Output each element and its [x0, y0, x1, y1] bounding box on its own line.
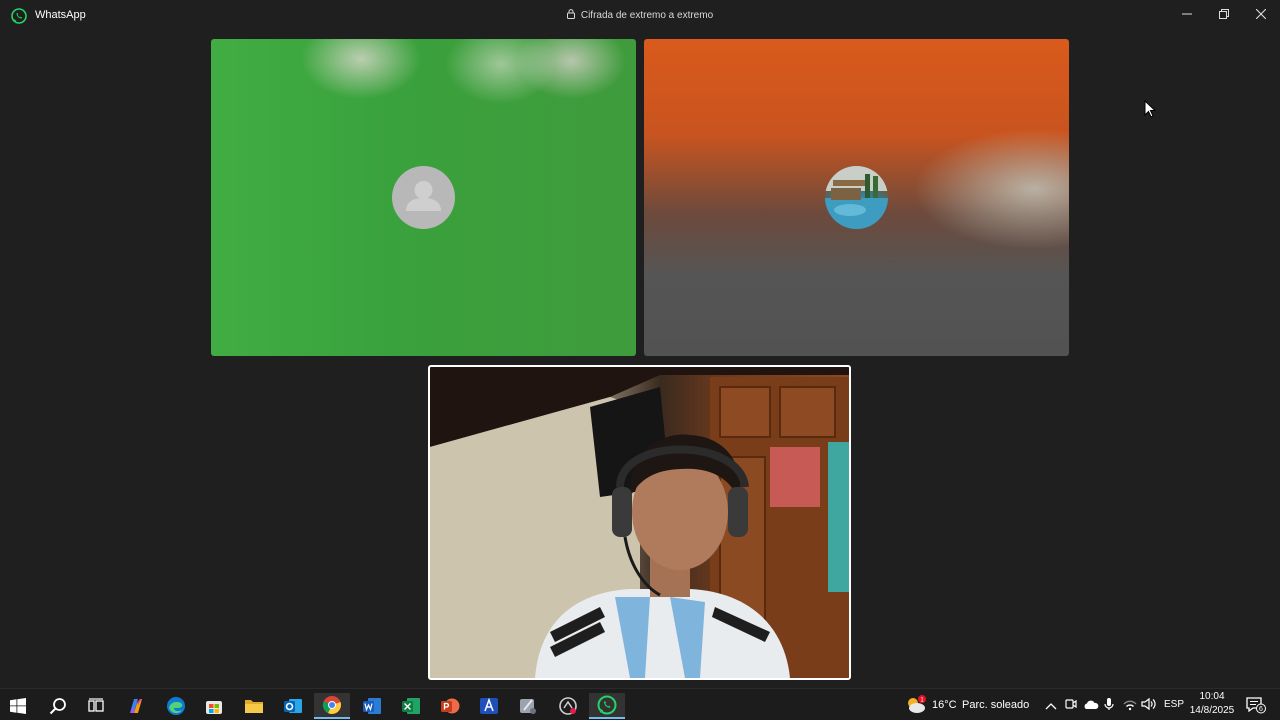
clock-time: 10:04 — [1199, 691, 1225, 702]
outlook-button[interactable] — [275, 693, 311, 719]
cloud-icon — [1084, 700, 1099, 709]
store-icon — [206, 701, 222, 714]
meet-now-button[interactable] — [1064, 697, 1078, 716]
app-button[interactable] — [510, 693, 546, 719]
powerpoint-button[interactable] — [432, 693, 468, 719]
copilot-icon — [130, 699, 142, 713]
mouse-cursor-icon — [1144, 99, 1157, 123]
windows-taskbar: 1 16°C Parc. soleado ESP 6 — [0, 688, 1280, 720]
file-explorer-button[interactable] — [236, 693, 272, 719]
show-hidden-icons-button[interactable] — [1044, 698, 1058, 716]
minimize-button[interactable] — [1168, 0, 1206, 28]
edge-button[interactable] — [158, 693, 194, 719]
notification-count: 6 — [1259, 706, 1263, 713]
onedrive-button[interactable] — [1083, 698, 1099, 716]
azure-app-button[interactable] — [471, 693, 507, 719]
powerpoint-icon — [441, 698, 460, 714]
weather-temperature[interactable]: 16°C — [932, 699, 957, 711]
task-view-button[interactable] — [78, 693, 114, 719]
word-button[interactable] — [354, 693, 390, 719]
restore-icon — [1219, 9, 1229, 19]
microphone-button[interactable] — [1103, 697, 1115, 716]
close-icon — [1256, 9, 1266, 19]
input-language[interactable]: ESP — [1164, 699, 1184, 710]
close-button[interactable] — [1242, 0, 1280, 28]
weather-widget-icon[interactable]: 1 — [905, 695, 927, 715]
search-icon — [49, 698, 66, 715]
task-view-icon — [88, 698, 104, 712]
chevron-up-icon — [1045, 703, 1057, 710]
edge-icon — [167, 697, 185, 715]
camera-tray-icon — [1065, 699, 1077, 709]
word-icon — [363, 698, 381, 714]
app-icon — [520, 699, 536, 714]
file-explorer-icon — [245, 700, 263, 713]
excel-icon — [402, 698, 420, 714]
notification-center-icon: 6 — [1246, 697, 1266, 714]
wifi-icon — [1123, 700, 1137, 711]
participant-avatar — [392, 166, 455, 229]
minimize-icon — [1182, 13, 1192, 15]
chrome-button[interactable] — [314, 693, 350, 719]
outlook-icon — [284, 699, 302, 713]
system-clock[interactable]: 10:04 14/8/2025 — [1186, 690, 1238, 718]
participant-tile-2[interactable] — [644, 39, 1069, 356]
default-person-icon — [406, 181, 441, 211]
windows-start-icon — [10, 698, 26, 714]
app-red-button[interactable] — [550, 693, 586, 719]
title-bar: WhatsApp Cifrada de extremo a extremo — [0, 0, 1280, 32]
partly-sunny-icon: 1 — [908, 695, 926, 713]
microphone-icon — [1104, 698, 1114, 710]
start-button[interactable] — [0, 693, 36, 719]
pool-photo-avatar — [825, 166, 888, 229]
whatsapp-call-window: WhatsApp Cifrada de extremo a extremo — [0, 0, 1280, 688]
participant-avatar — [825, 166, 888, 229]
self-video-feed — [430, 367, 849, 678]
restore-button[interactable] — [1205, 0, 1243, 28]
network-button[interactable] — [1122, 697, 1138, 716]
search-button[interactable] — [40, 693, 76, 719]
store-button[interactable] — [196, 693, 232, 719]
azure-app-icon — [480, 697, 498, 714]
notifications-button[interactable]: 6 — [1245, 696, 1267, 719]
app-red-icon — [559, 697, 577, 715]
copilot-button[interactable] — [118, 693, 154, 719]
self-camera-view[interactable] — [428, 365, 851, 680]
participant-tile-1[interactable] — [211, 39, 636, 356]
whatsapp-icon — [597, 695, 617, 715]
whatsapp-taskbar-button[interactable] — [589, 693, 625, 719]
encryption-status: Cifrada de extremo a extremo — [0, 9, 1280, 22]
lock-icon — [566, 9, 575, 22]
encryption-label: Cifrada de extremo a extremo — [580, 10, 714, 21]
speaker-icon — [1141, 697, 1156, 711]
clock-date: 14/8/2025 — [1189, 705, 1235, 716]
chrome-icon — [322, 696, 341, 714]
weather-condition[interactable]: Parc. soleado — [962, 699, 1029, 711]
excel-button[interactable] — [393, 693, 429, 719]
volume-button[interactable] — [1140, 697, 1156, 716]
